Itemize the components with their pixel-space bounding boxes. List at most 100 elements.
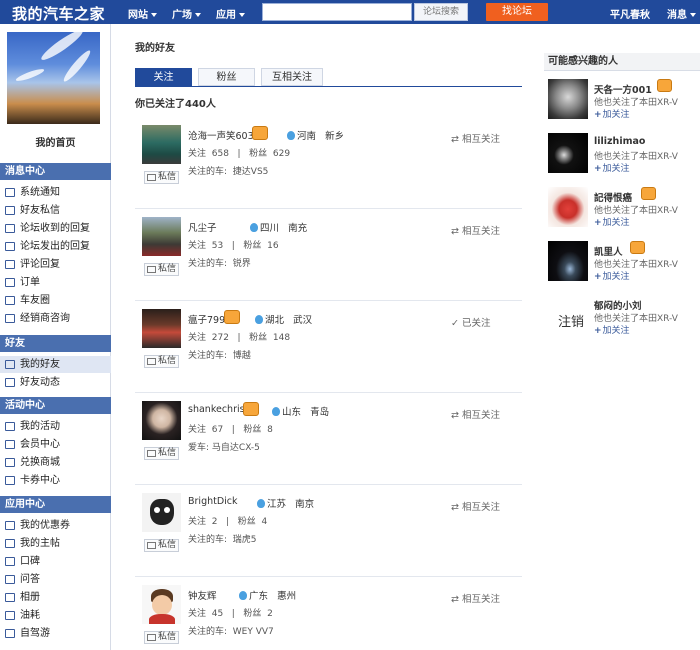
friend-name[interactable]: 沧海一声笑603 (188, 128, 254, 142)
car-link[interactable]: WEY VV7 (233, 627, 274, 637)
car-link[interactable]: 捷达VS5 (233, 167, 269, 177)
fans-count-value[interactable]: 148 (273, 333, 290, 343)
sidebar-item-system-notice[interactable]: 系统通知 (0, 184, 111, 201)
suggestion-name[interactable]: 郁闷的小刘 (594, 298, 642, 312)
sidebar-item-my-coupons[interactable]: 我的优惠券 (0, 517, 111, 534)
suggestion-avatar[interactable] (548, 133, 588, 173)
suggestion-name[interactable]: lilizhimao (594, 136, 645, 147)
follow-status[interactable]: ✓ 已关注 (451, 315, 491, 329)
follow-button[interactable]: +加关注 (594, 161, 630, 174)
search-input[interactable] (262, 3, 412, 21)
following-count-value[interactable]: 53 (212, 241, 223, 251)
follow-status[interactable]: ⇄ 相互关注 (451, 131, 500, 145)
sidebar-item-albums[interactable]: 相册 (0, 589, 111, 606)
friend-name[interactable]: 凡尘子 (188, 220, 217, 234)
private-message-button[interactable]: 私信 (144, 447, 179, 460)
fans-count-value[interactable]: 2 (267, 609, 273, 619)
sidebar-item-my-friends[interactable]: 我的好友 (0, 356, 111, 373)
fans-count-value[interactable]: 8 (267, 425, 273, 435)
follow-button[interactable]: +加关注 (594, 269, 630, 282)
sidebar-item-reviews[interactable]: 口碑 (0, 553, 111, 570)
user-avatar[interactable] (7, 32, 100, 124)
fans-count-value[interactable]: 16 (267, 241, 278, 251)
sidebar-item-road-trip[interactable]: 自驾游 (0, 625, 111, 642)
sidebar-item-member-center[interactable]: 会员中心 (0, 436, 111, 453)
messages-menu[interactable]: 消息 (667, 6, 696, 21)
nav-menu-website[interactable]: 网站 (128, 6, 157, 21)
friend-avatar[interactable] (142, 401, 181, 440)
sidebar-item-friend-messages[interactable]: 好友私信 (0, 202, 111, 219)
nav-menu-apps[interactable]: 应用 (216, 6, 245, 21)
suggestion-name[interactable]: 凯里人 (594, 244, 623, 258)
suggestion-avatar[interactable] (548, 241, 588, 281)
follow-button[interactable]: +加关注 (594, 215, 630, 228)
sidebar-item-coupon-center[interactable]: 卡券中心 (0, 472, 111, 489)
follow-status[interactable]: ⇄ 相互关注 (451, 499, 500, 513)
follow-status[interactable]: ⇄ 相互关注 (451, 407, 500, 421)
private-message-button[interactable]: 私信 (144, 263, 179, 276)
private-message-label: 私信 (158, 264, 177, 274)
sidebar-item-exchange-mall[interactable]: 兑换商城 (0, 454, 111, 471)
find-forum-button[interactable]: 找论坛 (486, 3, 548, 21)
suggestion-name[interactable]: 記得恨癌 (594, 190, 632, 204)
tab-mutual[interactable]: 互相关注 (261, 68, 323, 86)
tab-fans[interactable]: 粉丝 (198, 68, 255, 86)
nav-menu-square[interactable]: 广场 (172, 6, 201, 21)
suggestion-avatar[interactable] (548, 79, 588, 119)
private-message-button[interactable]: 私信 (144, 631, 179, 644)
following-count-value[interactable]: 272 (212, 333, 229, 343)
private-message-button[interactable]: 私信 (144, 171, 179, 184)
follow-status[interactable]: ⇄ 相互关注 (451, 591, 500, 605)
follow-status[interactable]: ⇄ 相互关注 (451, 223, 500, 237)
friend-avatar[interactable] (142, 493, 181, 532)
friend-avatar[interactable] (142, 309, 181, 348)
car-link[interactable]: 马自达CX-5 (212, 443, 260, 453)
sidebar-item-fuel[interactable]: 油耗 (0, 607, 111, 624)
vip-badge-icon (630, 241, 645, 254)
suggestion-avatar[interactable] (548, 187, 588, 227)
username-link[interactable]: 平凡春秋 (610, 6, 650, 21)
suggestion-avatar[interactable]: 注销 (548, 295, 588, 335)
follow-button[interactable]: +加关注 (594, 323, 630, 336)
sidebar-item-dealer-inquiry[interactable]: 经销商咨询 (0, 310, 111, 327)
sidebar-item-comment-replies[interactable]: 评论回复 (0, 256, 111, 273)
following-count-value[interactable]: 658 (212, 149, 229, 159)
following-count-value[interactable]: 67 (212, 425, 223, 435)
car-link[interactable]: 锐界 (233, 259, 251, 269)
sidebar-item-system-notice-label: 系统通知 (20, 187, 60, 198)
tab-following[interactable]: 关注 (135, 68, 192, 86)
fans-count-value[interactable]: 629 (273, 149, 290, 159)
follow-button-label: 加关注 (602, 110, 630, 120)
car-label: 关注的车: (188, 167, 228, 177)
following-count-value[interactable]: 2 (212, 517, 218, 527)
sidebar-item-forum-replies-received[interactable]: 论坛收到的回复 (0, 220, 111, 237)
forum-search-button[interactable]: 论坛搜索 (414, 3, 468, 21)
follow-button[interactable]: +加关注 (594, 107, 630, 120)
friend-avatar[interactable] (142, 125, 181, 164)
site-logo[interactable]: 我的汽车之家 (12, 3, 105, 24)
sidebar-item-friend-activity[interactable]: 好友动态 (0, 374, 111, 391)
fans-count-value[interactable]: 4 (261, 517, 267, 527)
sidebar-item-orders[interactable]: 订单 (0, 274, 111, 291)
sidebar-item-car-friends-circle[interactable]: 车友圈 (0, 292, 111, 309)
sidebar-item-my-threads[interactable]: 我的主帖 (0, 535, 111, 552)
friend-name[interactable]: 瘟子799 (188, 312, 225, 326)
private-message-button[interactable]: 私信 (144, 539, 179, 552)
friend-province: 江苏 (267, 499, 287, 510)
private-message-button[interactable]: 私信 (144, 355, 179, 368)
my-home-link[interactable]: 我的首页 (0, 134, 111, 149)
car-link[interactable]: 博越 (233, 351, 251, 361)
suggestion-name[interactable]: 天各一方001 (594, 82, 652, 96)
sidebar-item-exchange-mall-label: 兑换商城 (20, 457, 60, 468)
sidebar-item-forum-replies-sent[interactable]: 论坛发出的回复 (0, 238, 111, 255)
nav-menu-square-label: 广场 (172, 10, 192, 21)
following-count-value[interactable]: 45 (212, 609, 223, 619)
friend-name[interactable]: BrightDick (188, 496, 238, 507)
car-link[interactable]: 瑞虎5 (233, 535, 257, 545)
sidebar-item-my-activities[interactable]: 我的活动 (0, 418, 111, 435)
friend-name[interactable]: shankechris (188, 404, 245, 415)
friend-avatar[interactable] (142, 585, 181, 624)
sidebar-item-qa[interactable]: 问答 (0, 571, 111, 588)
friend-avatar[interactable] (142, 217, 181, 256)
friend-name[interactable]: 钟友辉 (188, 588, 217, 602)
